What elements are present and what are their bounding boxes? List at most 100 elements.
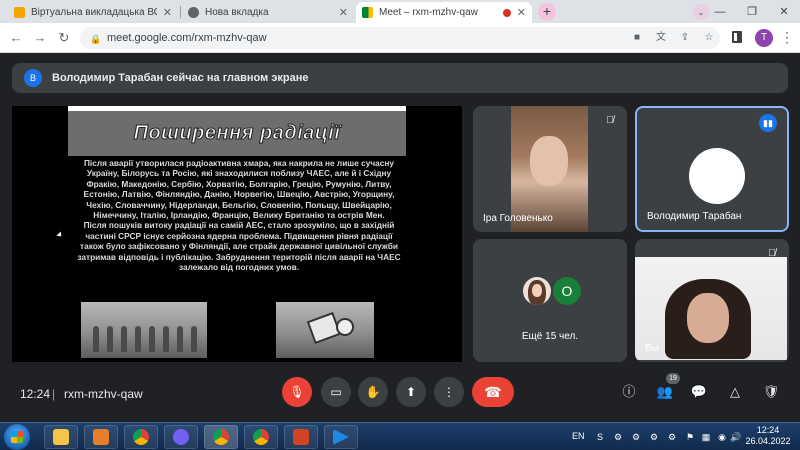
meet-app: В Володимир Тарабан сейчас на главном эк…	[0, 54, 800, 422]
new-tab-button[interactable]: +	[538, 3, 556, 21]
taskbar-player[interactable]	[324, 425, 358, 449]
chrome-icon	[213, 429, 229, 445]
slide-title: Поширення радіації	[133, 122, 341, 145]
bookmark-star-icon[interactable]: ☆	[702, 31, 716, 45]
taskbar-viber[interactable]	[164, 425, 198, 449]
mic-toggle-button[interactable]: 🎙	[282, 377, 312, 407]
participant-tile-speaking[interactable]: ▮▮ Володимир Тарабан	[635, 106, 789, 232]
meeting-info-icon[interactable]: ⓘ	[620, 383, 638, 401]
system-clock[interactable]: 12:24 26.04.2022	[742, 425, 794, 447]
slide-body: Після аварії утворилася радіоактивна хма…	[74, 158, 404, 272]
participant-count-badge: 19	[666, 373, 680, 384]
mic-off-icon: 🎙̸	[606, 115, 614, 126]
presenter-avatar: В	[24, 69, 42, 87]
browser-tab-bar: Віртуальна викладацька ВСП "Б ✕ Нова вкл…	[0, 0, 800, 23]
chat-icon[interactable]: 💬	[690, 383, 708, 401]
lock-icon[interactable]: 🔒	[90, 34, 101, 44]
viber-tray-icon[interactable]: ◉	[716, 431, 728, 443]
end-call-button[interactable]: ☎	[472, 377, 514, 407]
system-date: 26.04.2022	[745, 436, 791, 446]
tab-divider	[180, 6, 181, 18]
viber-icon	[173, 429, 189, 445]
keyboard-language[interactable]: EN	[572, 431, 585, 441]
more-options-button[interactable]: ⋮	[434, 377, 464, 407]
host-controls-icon[interactable]: 🛡	[762, 383, 780, 401]
tray-app-icon[interactable]: ⚙	[630, 431, 642, 443]
system-time: 12:24	[756, 425, 780, 435]
chrome-icon	[253, 429, 269, 445]
browser-menu-icon[interactable]: ⋮	[780, 29, 794, 46]
self-view-tile[interactable]: 🎙̸ Вы	[635, 239, 789, 362]
tab-title: Віртуальна викладацька ВСП "Б	[31, 7, 157, 18]
close-icon[interactable]: ✕	[339, 6, 348, 19]
camera-icon: ▭	[330, 385, 342, 399]
share-icon[interactable]: ⇪	[678, 31, 692, 45]
chrome-favicon-icon	[188, 7, 199, 18]
mouse-cursor-icon	[56, 231, 64, 239]
network-icon[interactable]: ▦	[700, 431, 712, 443]
play-icon	[333, 429, 349, 445]
mic-off-icon: 🎙̸	[768, 248, 776, 259]
taskbar-chrome[interactable]	[124, 425, 158, 449]
start-button[interactable]	[4, 424, 30, 450]
presentation-screen: Поширення радіації Після аварії утворила…	[12, 106, 462, 362]
taskbar-explorer[interactable]	[44, 425, 78, 449]
presenting-banner: В Володимир Тарабан сейчас на главном эк…	[12, 63, 788, 93]
tab-meet[interactable]: Meet – rxm-mzhv-qaw ✕	[356, 2, 532, 23]
restore-button[interactable]: ❐	[736, 0, 768, 23]
people-icon[interactable]: 👥	[656, 383, 674, 401]
forward-arrow-icon[interactable]: →	[32, 30, 48, 46]
minimize-button[interactable]: —	[704, 0, 736, 23]
profile-avatar[interactable]: T	[755, 29, 773, 47]
tab-title: Meet – rxm-mzhv-qaw	[379, 7, 478, 18]
volume-icon[interactable]: 🔊	[730, 431, 742, 443]
presenting-text: Володимир Тарабан сейчас на главном экра…	[52, 72, 309, 84]
translate-icon[interactable]: 文	[654, 31, 668, 45]
participant-tile[interactable]: 🎙̸ Іра Головенько	[473, 106, 627, 232]
recording-indicator-icon	[502, 8, 511, 17]
participant-name: Володимир Тарабан	[647, 211, 742, 222]
close-icon[interactable]: ✕	[517, 6, 526, 19]
meeting-time: 12:24	[20, 387, 51, 401]
tab-new-tab[interactable]: Нова вкладка ✕	[182, 2, 354, 23]
windows-taskbar: EN S ⚙ ⚙ ⚙ ⚙ ⚑ ▦ ◉ 🔊 12:24 26.04.2022	[0, 422, 800, 450]
side-panel-icon[interactable]	[732, 31, 742, 43]
back-arrow-icon[interactable]: ←	[8, 30, 24, 46]
skype-icon[interactable]: S	[594, 431, 606, 443]
hand-icon: ✋	[365, 385, 381, 399]
raise-hand-button[interactable]: ✋	[358, 377, 388, 407]
camera-toggle-button[interactable]: ▭	[321, 377, 351, 407]
phone-hangup-icon: ☎	[484, 384, 502, 400]
tray-app-icon[interactable]: ⚙	[612, 431, 624, 443]
tray-app-icon[interactable]: ⚙	[648, 431, 660, 443]
close-icon[interactable]: ✕	[163, 6, 172, 19]
meeting-controls: 12:24 | rxm-mzhv-qaw 🎙 ▭ ✋ ⬆ ⋮ ☎ ⓘ 👥 19 …	[0, 370, 800, 422]
taskbar-media-player[interactable]	[84, 425, 118, 449]
present-button[interactable]: ⬆	[396, 377, 426, 407]
address-bar[interactable]: 🔒 meet.google.com/rxm-mzhv-qaw ■ 文 ⇪ ☆	[80, 27, 720, 49]
activities-icon[interactable]: △	[726, 383, 744, 401]
speaking-indicator-icon: ▮▮	[759, 114, 777, 132]
tray-app-icon[interactable]: ⚙	[666, 431, 678, 443]
separator: |	[52, 387, 56, 401]
more-participants-tile[interactable]: О Ещё 15 чел.	[473, 239, 627, 362]
windows-logo-icon	[11, 431, 23, 443]
tab-virtual-teacher[interactable]: Віртуальна викладацька ВСП "Б ✕	[8, 2, 178, 23]
participant-name: Вы	[645, 343, 659, 354]
taskbar-chrome-active[interactable]	[204, 425, 238, 449]
slide-paragraph: Після аварії утворилася радіоактивна хма…	[83, 158, 395, 221]
more-participants-label: Ещё 15 чел.	[521, 331, 579, 342]
taskbar-chrome-profile[interactable]	[244, 425, 278, 449]
taskbar-powerpoint[interactable]	[284, 425, 318, 449]
mic-off-icon: 🎙	[289, 385, 305, 399]
meeting-code: rxm-mzhv-qaw	[64, 387, 143, 401]
participant-avatar	[523, 277, 551, 305]
browser-toolbar: ← → ↻ 🔒 meet.google.com/rxm-mzhv-qaw ■ 文…	[0, 23, 800, 53]
address-text: meet.google.com/rxm-mzhv-qaw	[107, 32, 267, 44]
slide-photo-workers	[81, 302, 207, 358]
camera-permission-icon[interactable]: ■	[630, 31, 644, 45]
slide-photo-radiation-sign	[276, 302, 374, 358]
reload-icon[interactable]: ↻	[56, 30, 72, 46]
flag-icon[interactable]: ⚑	[684, 431, 696, 443]
close-window-button[interactable]: ✕	[768, 0, 800, 23]
